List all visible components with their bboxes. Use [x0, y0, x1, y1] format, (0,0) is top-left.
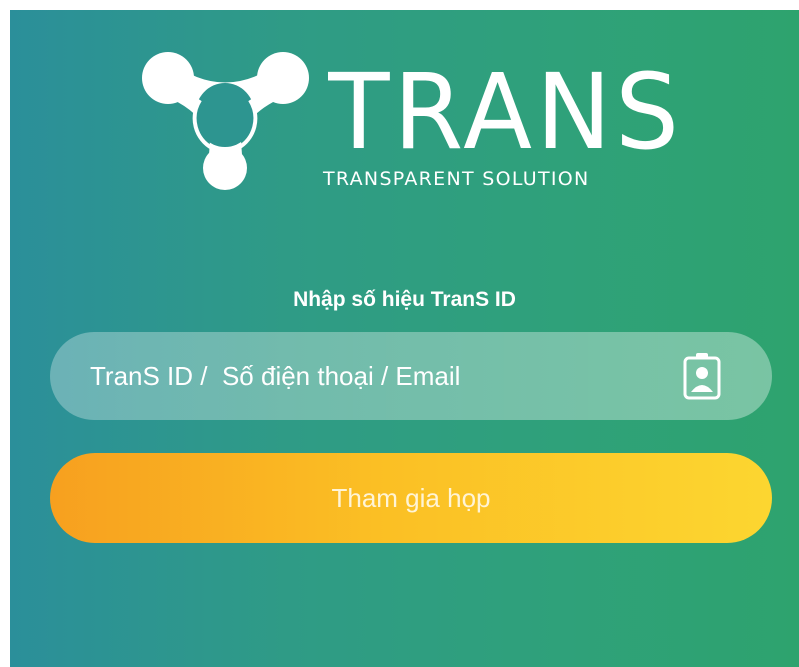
login-panel: TRANS TRANSPARENT SOLUTION Nhập số hiệu …: [10, 10, 799, 667]
trans-id-field[interactable]: [50, 332, 772, 420]
trans-y-logo-icon: [142, 52, 309, 190]
brand-tagline: TRANSPARENT SOLUTION: [323, 168, 590, 190]
trans-id-input[interactable]: [90, 356, 672, 396]
id-prompt-label: Nhập số hiệu TranS ID: [293, 288, 516, 311]
brand-wordmark: TRANS: [328, 60, 683, 160]
brand-name: TRANS: [328, 60, 683, 160]
brand-logo: TRANS TRANSPARENT SOLUTION: [138, 40, 698, 200]
join-meeting-button[interactable]: Tham gia họp: [50, 453, 772, 543]
id-badge-icon[interactable]: [682, 352, 722, 400]
